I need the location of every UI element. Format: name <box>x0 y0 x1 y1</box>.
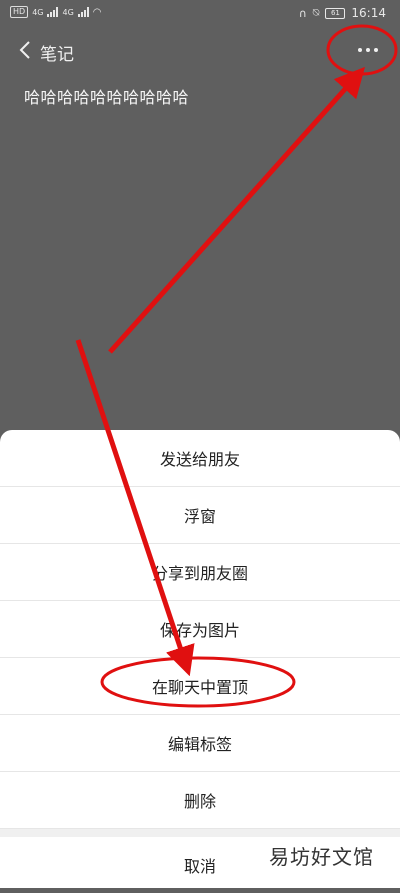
arrow-to-more <box>108 66 365 354</box>
menu-item-pin-in-chat[interactable]: 在聊天中置顶 <box>0 658 400 715</box>
mute-bell-icon: ⍉ <box>312 6 320 19</box>
network-badge-1: 4G <box>32 7 44 17</box>
more-dots-icon[interactable] <box>350 38 386 62</box>
status-left: HD 4G 4G ◠ <box>10 6 102 18</box>
menu-item-floating-window[interactable]: 浮窗 <box>0 487 400 544</box>
action-sheet: 发送给朋友 浮窗 分享到朋友圈 保存为图片 在聊天中置顶 编辑标签 删除 取消 <box>0 430 400 888</box>
headphone-icon: ∩ <box>298 6 307 20</box>
signal-icon-2 <box>77 7 89 17</box>
status-right: ∩ ⍉ 61 16:14 <box>299 6 386 20</box>
signal-icon <box>47 7 59 17</box>
clock: 16:14 <box>351 6 386 20</box>
status-bar: HD 4G 4G ◠ ∩ ⍉ 61 16:14 <box>0 0 400 28</box>
menu-item-delete[interactable]: 删除 <box>0 772 400 829</box>
hd-badge: HD <box>10 6 29 18</box>
wifi-icon: ◠ <box>92 6 102 18</box>
note-content: 哈哈哈哈哈哈哈哈哈哈 <box>24 88 190 107</box>
page-title: 笔记 <box>40 45 74 65</box>
menu-item-share-moments[interactable]: 分享到朋友圈 <box>0 544 400 601</box>
chevron-left-icon[interactable] <box>14 38 38 62</box>
watermark: 易坊好文馆 <box>269 845 374 869</box>
battery-icon: 61 <box>325 7 346 19</box>
network-badge-2: 4G <box>62 7 74 17</box>
sheet-divider <box>0 829 400 837</box>
app-header: 笔记 <box>0 30 400 74</box>
menu-item-send-to-friend[interactable]: 发送给朋友 <box>0 430 400 487</box>
menu-item-save-as-image[interactable]: 保存为图片 <box>0 601 400 658</box>
menu-item-edit-tags[interactable]: 编辑标签 <box>0 715 400 772</box>
